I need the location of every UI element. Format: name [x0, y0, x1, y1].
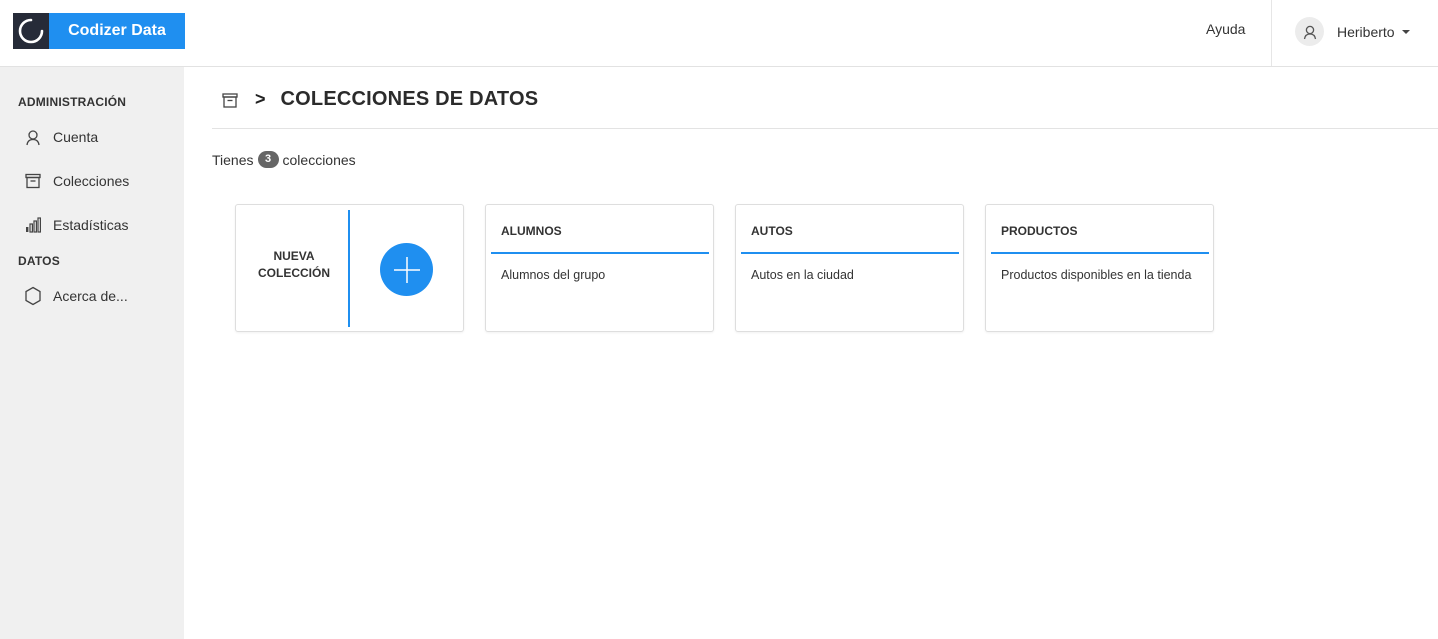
collection-title: AUTOS	[751, 224, 793, 238]
collection-card-autos[interactable]: AUTOS Autos en la ciudad	[735, 204, 964, 332]
sidebar-item-label: Colecciones	[53, 173, 130, 189]
sidebar: ADMINISTRACIÓN Cuenta Colecciones Estadí…	[0, 67, 184, 639]
count-badge: 3	[257, 151, 279, 168]
sidebar-item-acerca-de[interactable]: Acerca de...	[22, 286, 128, 306]
chevron-down-icon	[1401, 29, 1410, 34]
new-collection-card[interactable]: NUEVA COLECCIÓN	[235, 204, 464, 332]
count-suffix: colecciones	[282, 151, 356, 168]
page-title: COLECCIONES DE DATOS	[280, 88, 539, 110]
main-content: > COLECCIONES DE DATOS Tienes 3 coleccio…	[184, 67, 1438, 639]
user-icon	[1295, 17, 1324, 46]
user-menu[interactable]: Heriberto	[1295, 17, 1410, 46]
sidebar-item-label: Cuenta	[53, 129, 99, 145]
user-icon	[22, 127, 44, 147]
breadcrumb-separator: >	[255, 89, 266, 109]
brand-logo[interactable]: Codizer Data	[13, 13, 185, 49]
sidebar-item-label: Estadísticas	[53, 217, 129, 233]
add-collection-button[interactable]	[380, 243, 433, 296]
collection-description: Alumnos del grupo	[501, 268, 606, 282]
sidebar-section-administracion: ADMINISTRACIÓN	[18, 95, 127, 109]
count-prefix: Tienes	[212, 151, 254, 168]
sidebar-section-datos: DATOS	[18, 254, 60, 268]
archive-box-icon	[22, 171, 44, 191]
card-divider	[348, 210, 350, 327]
collection-card-alumnos[interactable]: ALUMNOS Alumnos del grupo	[485, 204, 714, 332]
new-collection-label: NUEVA COLECCIÓN	[246, 248, 342, 282]
new-collection-label-line1: NUEVA	[273, 249, 315, 263]
collections-count-line: Tienes 3 colecciones	[212, 151, 356, 168]
sidebar-item-label: Acerca de...	[53, 288, 128, 304]
sidebar-item-colecciones[interactable]: Colecciones	[22, 171, 129, 191]
sidebar-item-cuenta[interactable]: Cuenta	[22, 127, 98, 147]
new-collection-label-line2: COLECCIÓN	[258, 266, 330, 280]
sidebar-item-estadisticas[interactable]: Estadísticas	[22, 215, 128, 235]
collection-title: ALUMNOS	[501, 224, 562, 238]
collection-description: Productos disponibles en la tienda	[1001, 268, 1192, 282]
plus-icon	[393, 256, 420, 283]
user-name: Heriberto	[1337, 23, 1395, 40]
breadcrumb: > COLECCIONES DE DATOS	[220, 88, 538, 111]
collection-title-underline	[741, 252, 959, 254]
hexagon-icon	[22, 286, 44, 306]
help-link[interactable]: Ayuda	[1206, 21, 1245, 37]
archive-box-icon[interactable]	[220, 90, 240, 110]
header-divider	[1271, 0, 1272, 66]
collection-card-productos[interactable]: PRODUCTOS Productos disponibles en la ti…	[985, 204, 1214, 332]
title-divider	[212, 128, 1438, 129]
brand-name: Codizer Data	[49, 13, 185, 49]
collection-title-underline	[491, 252, 709, 254]
collection-title-underline	[991, 252, 1209, 254]
collection-title: PRODUCTOS	[1001, 224, 1078, 238]
spinner-logo-icon	[13, 13, 49, 49]
bar-chart-icon	[22, 215, 44, 235]
top-bar: Codizer Data Ayuda Heriberto	[0, 0, 1438, 67]
collection-description: Autos en la ciudad	[751, 268, 854, 282]
